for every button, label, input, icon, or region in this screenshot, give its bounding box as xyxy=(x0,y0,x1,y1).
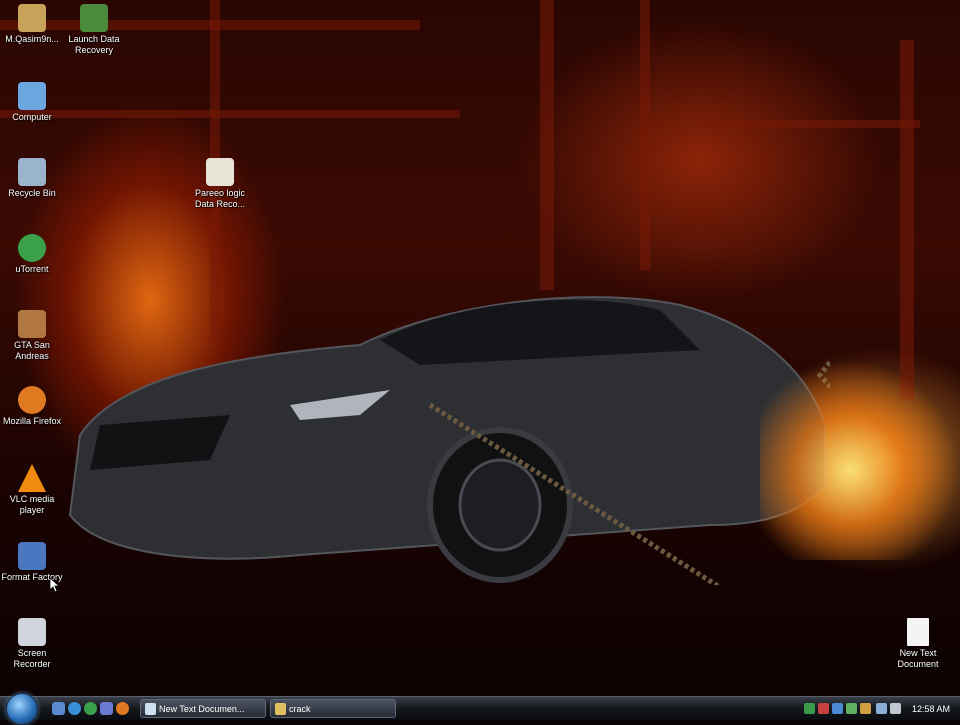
quick-launch-media[interactable] xyxy=(100,702,113,715)
taskbar: New Text Documen... crack 12:58 AM xyxy=(0,693,960,725)
desktop-wallpaper xyxy=(0,0,960,696)
mouse-cursor-icon xyxy=(50,578,60,593)
computer-icon xyxy=(18,82,46,110)
desktop-icon-label: Screen Recorder xyxy=(13,648,51,669)
start-button[interactable] xyxy=(6,693,38,725)
tray-app-1-icon[interactable] xyxy=(804,703,815,714)
utorrent-icon xyxy=(18,234,46,262)
quick-launch-show-desktop[interactable] xyxy=(52,702,65,715)
quick-launch-firefox[interactable] xyxy=(116,702,129,715)
desktop-icon-mozilla-firefox[interactable]: Mozilla Firefox xyxy=(0,386,64,427)
desktop-icon-pareeo-data-recovery[interactable]: Pareeo logic Data Reco... xyxy=(188,158,252,210)
desktop-icon-computer[interactable]: Computer xyxy=(0,82,64,123)
taskbar-button-label: New Text Documen... xyxy=(159,704,245,714)
desktop-icon-m-qasim[interactable]: M.Qasim9n... xyxy=(0,4,64,45)
recycle-bin-icon xyxy=(18,158,46,186)
taskbar-button-label: crack xyxy=(289,704,311,714)
desktop-icon-label: New Text Document xyxy=(897,648,939,669)
firefox-icon xyxy=(18,386,46,414)
system-tray: 12:58 AM xyxy=(800,697,960,721)
desktop-icon-label: uTorrent xyxy=(15,264,49,274)
network-icon[interactable] xyxy=(876,703,887,714)
desktop-icon-gta-san-andreas[interactable]: GTA San Andreas xyxy=(0,310,64,362)
desktop-icon-vlc-media-player[interactable]: VLC media player xyxy=(0,464,64,516)
tray-app-3-icon[interactable] xyxy=(832,703,843,714)
tray-app-4-icon[interactable] xyxy=(846,703,857,714)
text-document-icon xyxy=(907,618,929,646)
desktop-icon-format-factory[interactable]: Format Factory xyxy=(0,542,64,583)
quick-launch-utorrent[interactable] xyxy=(84,702,97,715)
taskbar-button-crack[interactable]: crack xyxy=(270,699,396,718)
format-factory-icon xyxy=(18,542,46,570)
desktop-icon-label: Launch Data Recovery xyxy=(68,34,120,55)
notepad-icon xyxy=(145,703,156,715)
tray-app-2-icon[interactable] xyxy=(818,703,829,714)
desktop-icon-new-text-document[interactable]: New Text Document xyxy=(886,618,950,670)
gta-icon xyxy=(18,310,46,338)
quick-launch-ie[interactable] xyxy=(68,702,81,715)
folder-icon xyxy=(18,4,46,32)
desktop-icon-launch-data-recovery[interactable]: Launch Data Recovery xyxy=(62,4,126,56)
taskbar-clock[interactable]: 12:58 AM xyxy=(912,697,950,721)
desktop-icon-label: Mozilla Firefox xyxy=(2,416,61,426)
desktop-icon-label: Pareeo logic Data Reco... xyxy=(194,188,246,209)
desktop-icon-label: M.Qasim9n... xyxy=(5,34,59,44)
taskbar-button-new-text-document[interactable]: New Text Documen... xyxy=(140,699,266,718)
desktop-icon-recycle-bin[interactable]: Recycle Bin xyxy=(0,158,64,199)
desktop-icon-utorrent[interactable]: uTorrent xyxy=(0,234,64,275)
recovery-icon xyxy=(80,4,108,32)
desktop-icon-label: Computer xyxy=(12,112,52,122)
flaming-wheel xyxy=(760,360,960,560)
desktop-icon-screen-recorder[interactable]: Screen Recorder xyxy=(0,618,64,670)
folder-icon xyxy=(275,703,286,715)
screen-recorder-icon xyxy=(18,618,46,646)
vlc-icon xyxy=(18,464,46,492)
desktop-icon-label: Recycle Bin xyxy=(8,188,56,198)
document-icon xyxy=(206,158,234,186)
desktop-icon-label: GTA San Andreas xyxy=(14,340,50,361)
volume-icon[interactable] xyxy=(890,703,901,714)
car-illustration xyxy=(68,296,830,585)
tray-app-5-icon[interactable] xyxy=(860,703,871,714)
desktop-icon-label: VLC media player xyxy=(9,494,55,515)
